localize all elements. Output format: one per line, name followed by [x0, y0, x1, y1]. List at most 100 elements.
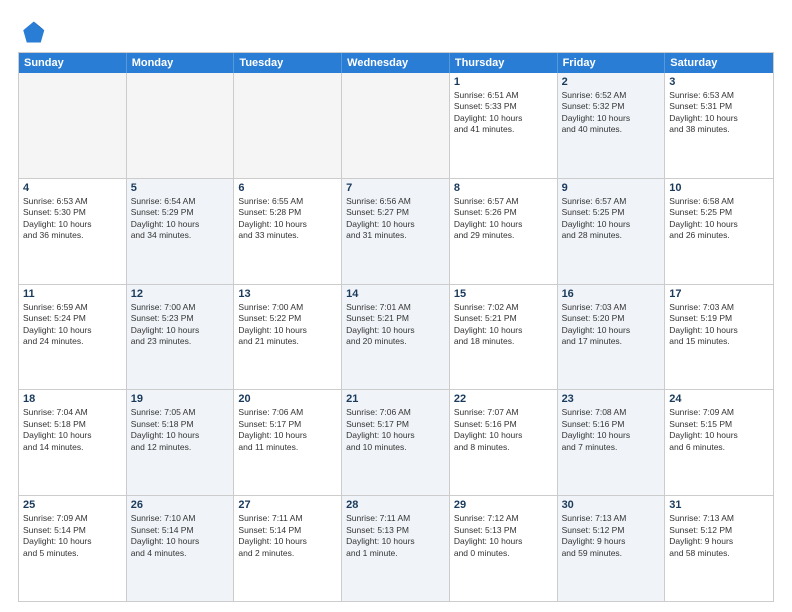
cal-cell-3-4: 22Sunrise: 7:07 AM Sunset: 5:16 PM Dayli…: [450, 390, 558, 495]
calendar: SundayMondayTuesdayWednesdayThursdayFrid…: [18, 52, 774, 602]
calendar-header: SundayMondayTuesdayWednesdayThursdayFrid…: [19, 53, 773, 73]
day-info: Sunrise: 7:10 AM Sunset: 5:14 PM Dayligh…: [131, 513, 230, 559]
cal-cell-4-2: 27 Sunrise: 7:11 AM Sunset: 5:14 PM Dayli…: [234, 496, 342, 601]
header-day-sunday: Sunday: [19, 53, 127, 73]
day-number: 10: [669, 182, 769, 194]
cal-cell-0-2: [234, 73, 342, 178]
day-info: Sunrise: 6:57 AM Sunset: 5:26 PM Dayligh…: [454, 196, 553, 242]
day-number: 24: [669, 393, 769, 405]
day-number: 17: [669, 288, 769, 300]
day-info: Sunrise: 7:07 AM Sunset: 5:16 PM Dayligh…: [454, 407, 553, 453]
day-info: Sunrise: 6:59 AM Sunset: 5:24 PM Dayligh…: [23, 302, 122, 348]
day-info: Sunrise: 7:04 AM Sunset: 5:18 PM Dayligh…: [23, 407, 122, 453]
cal-cell-4-6: 31 Sunrise: 7:13 AM Sunset: 5:12 PM Dayli…: [665, 496, 773, 601]
cal-row-1: 4 Sunrise: 6:53 AM Sunset: 5:30 PM Daylig…: [19, 178, 773, 284]
cal-cell-1-4: 8 Sunrise: 6:57 AM Sunset: 5:26 PM Daylig…: [450, 179, 558, 284]
day-info: Sunrise: 7:03 AM Sunset: 5:20 PM Dayligh…: [562, 302, 661, 348]
day-info: Sunrise: 7:11 AM Sunset: 5:13 PM Dayligh…: [346, 513, 445, 559]
day-info: Sunrise: 6:54 AM Sunset: 5:29 PM Dayligh…: [131, 196, 230, 242]
cal-cell-2-2: 13 Sunrise: 7:00 AM Sunset: 5:22 PM Dayli…: [234, 285, 342, 390]
day-info: Sunrise: 7:01 AM Sunset: 5:21 PM Dayligh…: [346, 302, 445, 348]
day-number: 12: [131, 288, 230, 300]
day-info: Sunrise: 6:56 AM Sunset: 5:27 PM Dayligh…: [346, 196, 445, 242]
day-number: 18: [23, 393, 122, 405]
cal-cell-4-3: 28 Sunrise: 7:11 AM Sunset: 5:13 PM Dayli…: [342, 496, 450, 601]
day-number: 27: [238, 499, 337, 511]
day-info: Sunrise: 7:13 AM Sunset: 5:12 PM Dayligh…: [562, 513, 661, 559]
cal-cell-4-4: 29 Sunrise: 7:12 AM Sunset: 5:13 PM Dayli…: [450, 496, 558, 601]
day-info: Sunrise: 7:00 AM Sunset: 5:22 PM Dayligh…: [238, 302, 337, 348]
day-number: 28: [346, 499, 445, 511]
cal-cell-2-6: 17 Sunrise: 7:03 AM Sunset: 5:19 PM Dayli…: [665, 285, 773, 390]
cal-cell-1-5: 9 Sunrise: 6:57 AM Sunset: 5:25 PM Daylig…: [558, 179, 666, 284]
cal-cell-3-0: 18 Sunrise: 7:04 AM Sunset: 5:18 PM Dayli…: [19, 390, 127, 495]
day-info: Sunrise: 7:09 AM Sunset: 5:15 PM Dayligh…: [669, 407, 769, 453]
cal-row-0: 1 Sunrise: 6:51 AM Sunset: 5:33 PM Daylig…: [19, 73, 773, 178]
cal-cell-2-1: 12Sunrise: 7:00 AM Sunset: 5:23 PM Dayli…: [127, 285, 235, 390]
day-number: 25: [23, 499, 122, 511]
day-number: 30: [562, 499, 661, 511]
day-number: 4: [23, 182, 122, 194]
day-number: 6: [238, 182, 337, 194]
day-info: Sunrise: 7:09 AM Sunset: 5:14 PM Dayligh…: [23, 513, 122, 559]
day-number: 19: [131, 393, 230, 405]
cal-cell-2-3: 14Sunrise: 7:01 AM Sunset: 5:21 PM Dayli…: [342, 285, 450, 390]
day-info: Sunrise: 6:57 AM Sunset: 5:25 PM Dayligh…: [562, 196, 661, 242]
day-info: Sunrise: 7:12 AM Sunset: 5:13 PM Dayligh…: [454, 513, 553, 559]
day-info: Sunrise: 7:11 AM Sunset: 5:14 PM Dayligh…: [238, 513, 337, 559]
cal-cell-2-0: 11Sunrise: 6:59 AM Sunset: 5:24 PM Dayli…: [19, 285, 127, 390]
cal-cell-1-2: 6 Sunrise: 6:55 AM Sunset: 5:28 PM Daylig…: [234, 179, 342, 284]
day-info: Sunrise: 6:51 AM Sunset: 5:33 PM Dayligh…: [454, 90, 553, 136]
cal-cell-3-3: 21 Sunrise: 7:06 AM Sunset: 5:17 PM Dayli…: [342, 390, 450, 495]
day-info: Sunrise: 7:06 AM Sunset: 5:17 PM Dayligh…: [238, 407, 337, 453]
logo: [18, 18, 50, 46]
header-day-wednesday: Wednesday: [342, 53, 450, 73]
cal-row-4: 25 Sunrise: 7:09 AM Sunset: 5:14 PM Dayli…: [19, 495, 773, 601]
header-day-friday: Friday: [558, 53, 666, 73]
day-info: Sunrise: 6:53 AM Sunset: 5:31 PM Dayligh…: [669, 90, 769, 136]
day-info: Sunrise: 6:53 AM Sunset: 5:30 PM Dayligh…: [23, 196, 122, 242]
cal-cell-4-1: 26 Sunrise: 7:10 AM Sunset: 5:14 PM Dayli…: [127, 496, 235, 601]
day-number: 16: [562, 288, 661, 300]
day-info: Sunrise: 6:55 AM Sunset: 5:28 PM Dayligh…: [238, 196, 337, 242]
day-info: Sunrise: 7:05 AM Sunset: 5:18 PM Dayligh…: [131, 407, 230, 453]
cal-cell-3-2: 20 Sunrise: 7:06 AM Sunset: 5:17 PM Dayli…: [234, 390, 342, 495]
day-number: 9: [562, 182, 661, 194]
cal-cell-1-1: 5 Sunrise: 6:54 AM Sunset: 5:29 PM Daylig…: [127, 179, 235, 284]
header: [18, 18, 774, 46]
cal-cell-1-6: 10 Sunrise: 6:58 AM Sunset: 5:25 PM Dayli…: [665, 179, 773, 284]
day-number: 21: [346, 393, 445, 405]
day-number: 20: [238, 393, 337, 405]
day-number: 1: [454, 76, 553, 88]
cal-cell-2-5: 16 Sunrise: 7:03 AM Sunset: 5:20 PM Dayli…: [558, 285, 666, 390]
day-info: Sunrise: 6:58 AM Sunset: 5:25 PM Dayligh…: [669, 196, 769, 242]
day-number: 13: [238, 288, 337, 300]
day-number: 8: [454, 182, 553, 194]
header-day-monday: Monday: [127, 53, 235, 73]
day-number: 26: [131, 499, 230, 511]
cal-cell-4-0: 25 Sunrise: 7:09 AM Sunset: 5:14 PM Dayli…: [19, 496, 127, 601]
cal-cell-0-5: 2Sunrise: 6:52 AM Sunset: 5:32 PM Daylig…: [558, 73, 666, 178]
cal-row-2: 11Sunrise: 6:59 AM Sunset: 5:24 PM Dayli…: [19, 284, 773, 390]
day-info: Sunrise: 7:06 AM Sunset: 5:17 PM Dayligh…: [346, 407, 445, 453]
cal-cell-3-5: 23Sunrise: 7:08 AM Sunset: 5:16 PM Dayli…: [558, 390, 666, 495]
day-number: 3: [669, 76, 769, 88]
day-info: Sunrise: 7:02 AM Sunset: 5:21 PM Dayligh…: [454, 302, 553, 348]
day-number: 29: [454, 499, 553, 511]
day-number: 15: [454, 288, 553, 300]
cal-cell-0-0: [19, 73, 127, 178]
cal-row-3: 18 Sunrise: 7:04 AM Sunset: 5:18 PM Dayli…: [19, 389, 773, 495]
day-info: Sunrise: 7:03 AM Sunset: 5:19 PM Dayligh…: [669, 302, 769, 348]
day-info: Sunrise: 7:13 AM Sunset: 5:12 PM Dayligh…: [669, 513, 769, 559]
day-number: 31: [669, 499, 769, 511]
cal-cell-0-4: 1 Sunrise: 6:51 AM Sunset: 5:33 PM Daylig…: [450, 73, 558, 178]
header-day-saturday: Saturday: [665, 53, 773, 73]
calendar-body: 1 Sunrise: 6:51 AM Sunset: 5:33 PM Daylig…: [19, 73, 773, 601]
cal-cell-3-6: 24 Sunrise: 7:09 AM Sunset: 5:15 PM Dayli…: [665, 390, 773, 495]
header-day-tuesday: Tuesday: [234, 53, 342, 73]
cal-cell-1-3: 7Sunrise: 6:56 AM Sunset: 5:27 PM Daylig…: [342, 179, 450, 284]
header-day-thursday: Thursday: [450, 53, 558, 73]
cal-cell-0-1: [127, 73, 235, 178]
cal-cell-2-4: 15 Sunrise: 7:02 AM Sunset: 5:21 PM Dayli…: [450, 285, 558, 390]
day-number: 5: [131, 182, 230, 194]
